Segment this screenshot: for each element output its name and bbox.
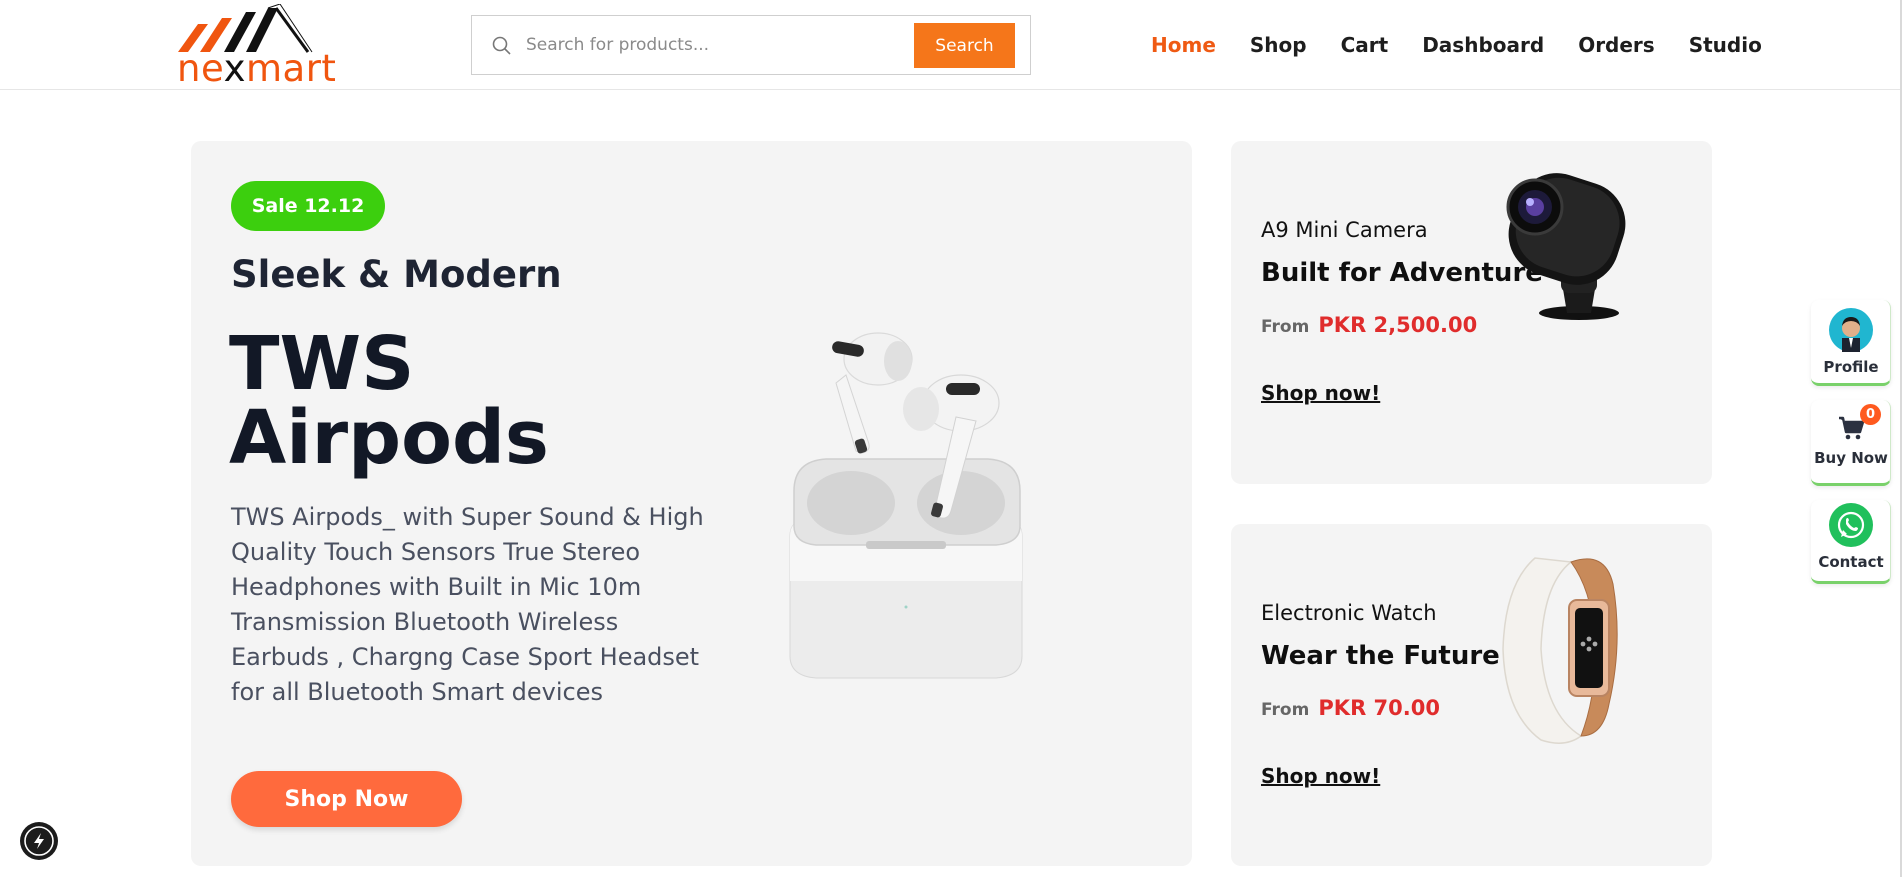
whatsapp-icon	[1829, 503, 1873, 547]
profile-label: Profile	[1823, 358, 1879, 376]
nav-shop[interactable]: Shop	[1250, 30, 1307, 60]
buy-now-label: Buy Now	[1814, 449, 1888, 467]
promo-product-name: Electronic Watch	[1261, 601, 1437, 625]
search-input[interactable]	[526, 24, 906, 66]
hero-title-line2: Airpods	[229, 395, 549, 481]
promo-card-watch[interactable]: Electronic Watch Wear the Future From PK…	[1231, 524, 1712, 866]
profile-widget[interactable]: Profile	[1811, 300, 1891, 386]
promo-price-row: From PKR 2,500.00	[1261, 313, 1477, 337]
hero-banner: Sale 12.12 Sleek & Modern TWS Airpods TW…	[191, 141, 1192, 866]
search-icon	[492, 36, 511, 55]
promo-price: PKR 2,500.00	[1318, 313, 1478, 337]
cart-count-badge: 0	[1860, 404, 1881, 425]
search-button[interactable]: Search	[914, 23, 1015, 68]
promo-tagline: Wear the Future	[1261, 641, 1500, 671]
nav-orders[interactable]: Orders	[1578, 30, 1655, 60]
nav-cart[interactable]: Cart	[1341, 30, 1389, 60]
airpods-image	[789, 332, 1023, 679]
logo-wordmark: nexmart	[177, 47, 337, 90]
search-bar: Search	[471, 15, 1031, 75]
brand-logo[interactable]: nexmart	[176, 3, 342, 90]
hero-title: TWS Airpods	[229, 327, 649, 475]
promo-card-camera[interactable]: A9 Mini Camera Built for Adventure From …	[1231, 141, 1712, 484]
hero-subtitle: Sleek & Modern	[231, 253, 562, 296]
promo-from-label: From	[1261, 700, 1310, 720]
main-nav: Home Shop Cart Dashboard Orders Studio	[1151, 30, 1762, 60]
quick-action-button[interactable]	[20, 822, 58, 860]
avatar-icon	[1829, 308, 1873, 352]
mini-camera-image	[1506, 173, 1626, 320]
nav-home[interactable]: Home	[1151, 30, 1216, 60]
page: nexmart Search Home Shop Cart Dashboard …	[0, 0, 1902, 877]
nav-dashboard[interactable]: Dashboard	[1422, 30, 1544, 60]
sale-badge: Sale 12.12	[231, 181, 385, 231]
smart-watch-image	[1502, 557, 1618, 744]
hero-shop-now-button[interactable]: Shop Now	[231, 771, 462, 827]
site-header: nexmart Search Home Shop Cart Dashboard …	[0, 0, 1902, 90]
promo-price-row: From PKR 70.00	[1261, 696, 1440, 720]
lightning-bolt-icon	[24, 826, 54, 856]
promo-shop-now-link[interactable]: Shop now!	[1261, 764, 1380, 788]
promo-product-name: A9 Mini Camera	[1261, 218, 1428, 242]
contact-widget[interactable]: Contact	[1811, 500, 1891, 584]
promo-shop-now-link[interactable]: Shop now!	[1261, 381, 1380, 405]
contact-label: Contact	[1818, 553, 1884, 571]
promo-from-label: From	[1261, 317, 1310, 337]
hero-title-line1: TWS	[229, 321, 415, 407]
buy-now-widget[interactable]: 0 Buy Now	[1811, 400, 1891, 486]
hero-description: TWS Airpods_ with Super Sound & High Qua…	[231, 503, 704, 706]
nav-studio[interactable]: Studio	[1689, 30, 1762, 60]
promo-price: PKR 70.00	[1318, 696, 1440, 720]
